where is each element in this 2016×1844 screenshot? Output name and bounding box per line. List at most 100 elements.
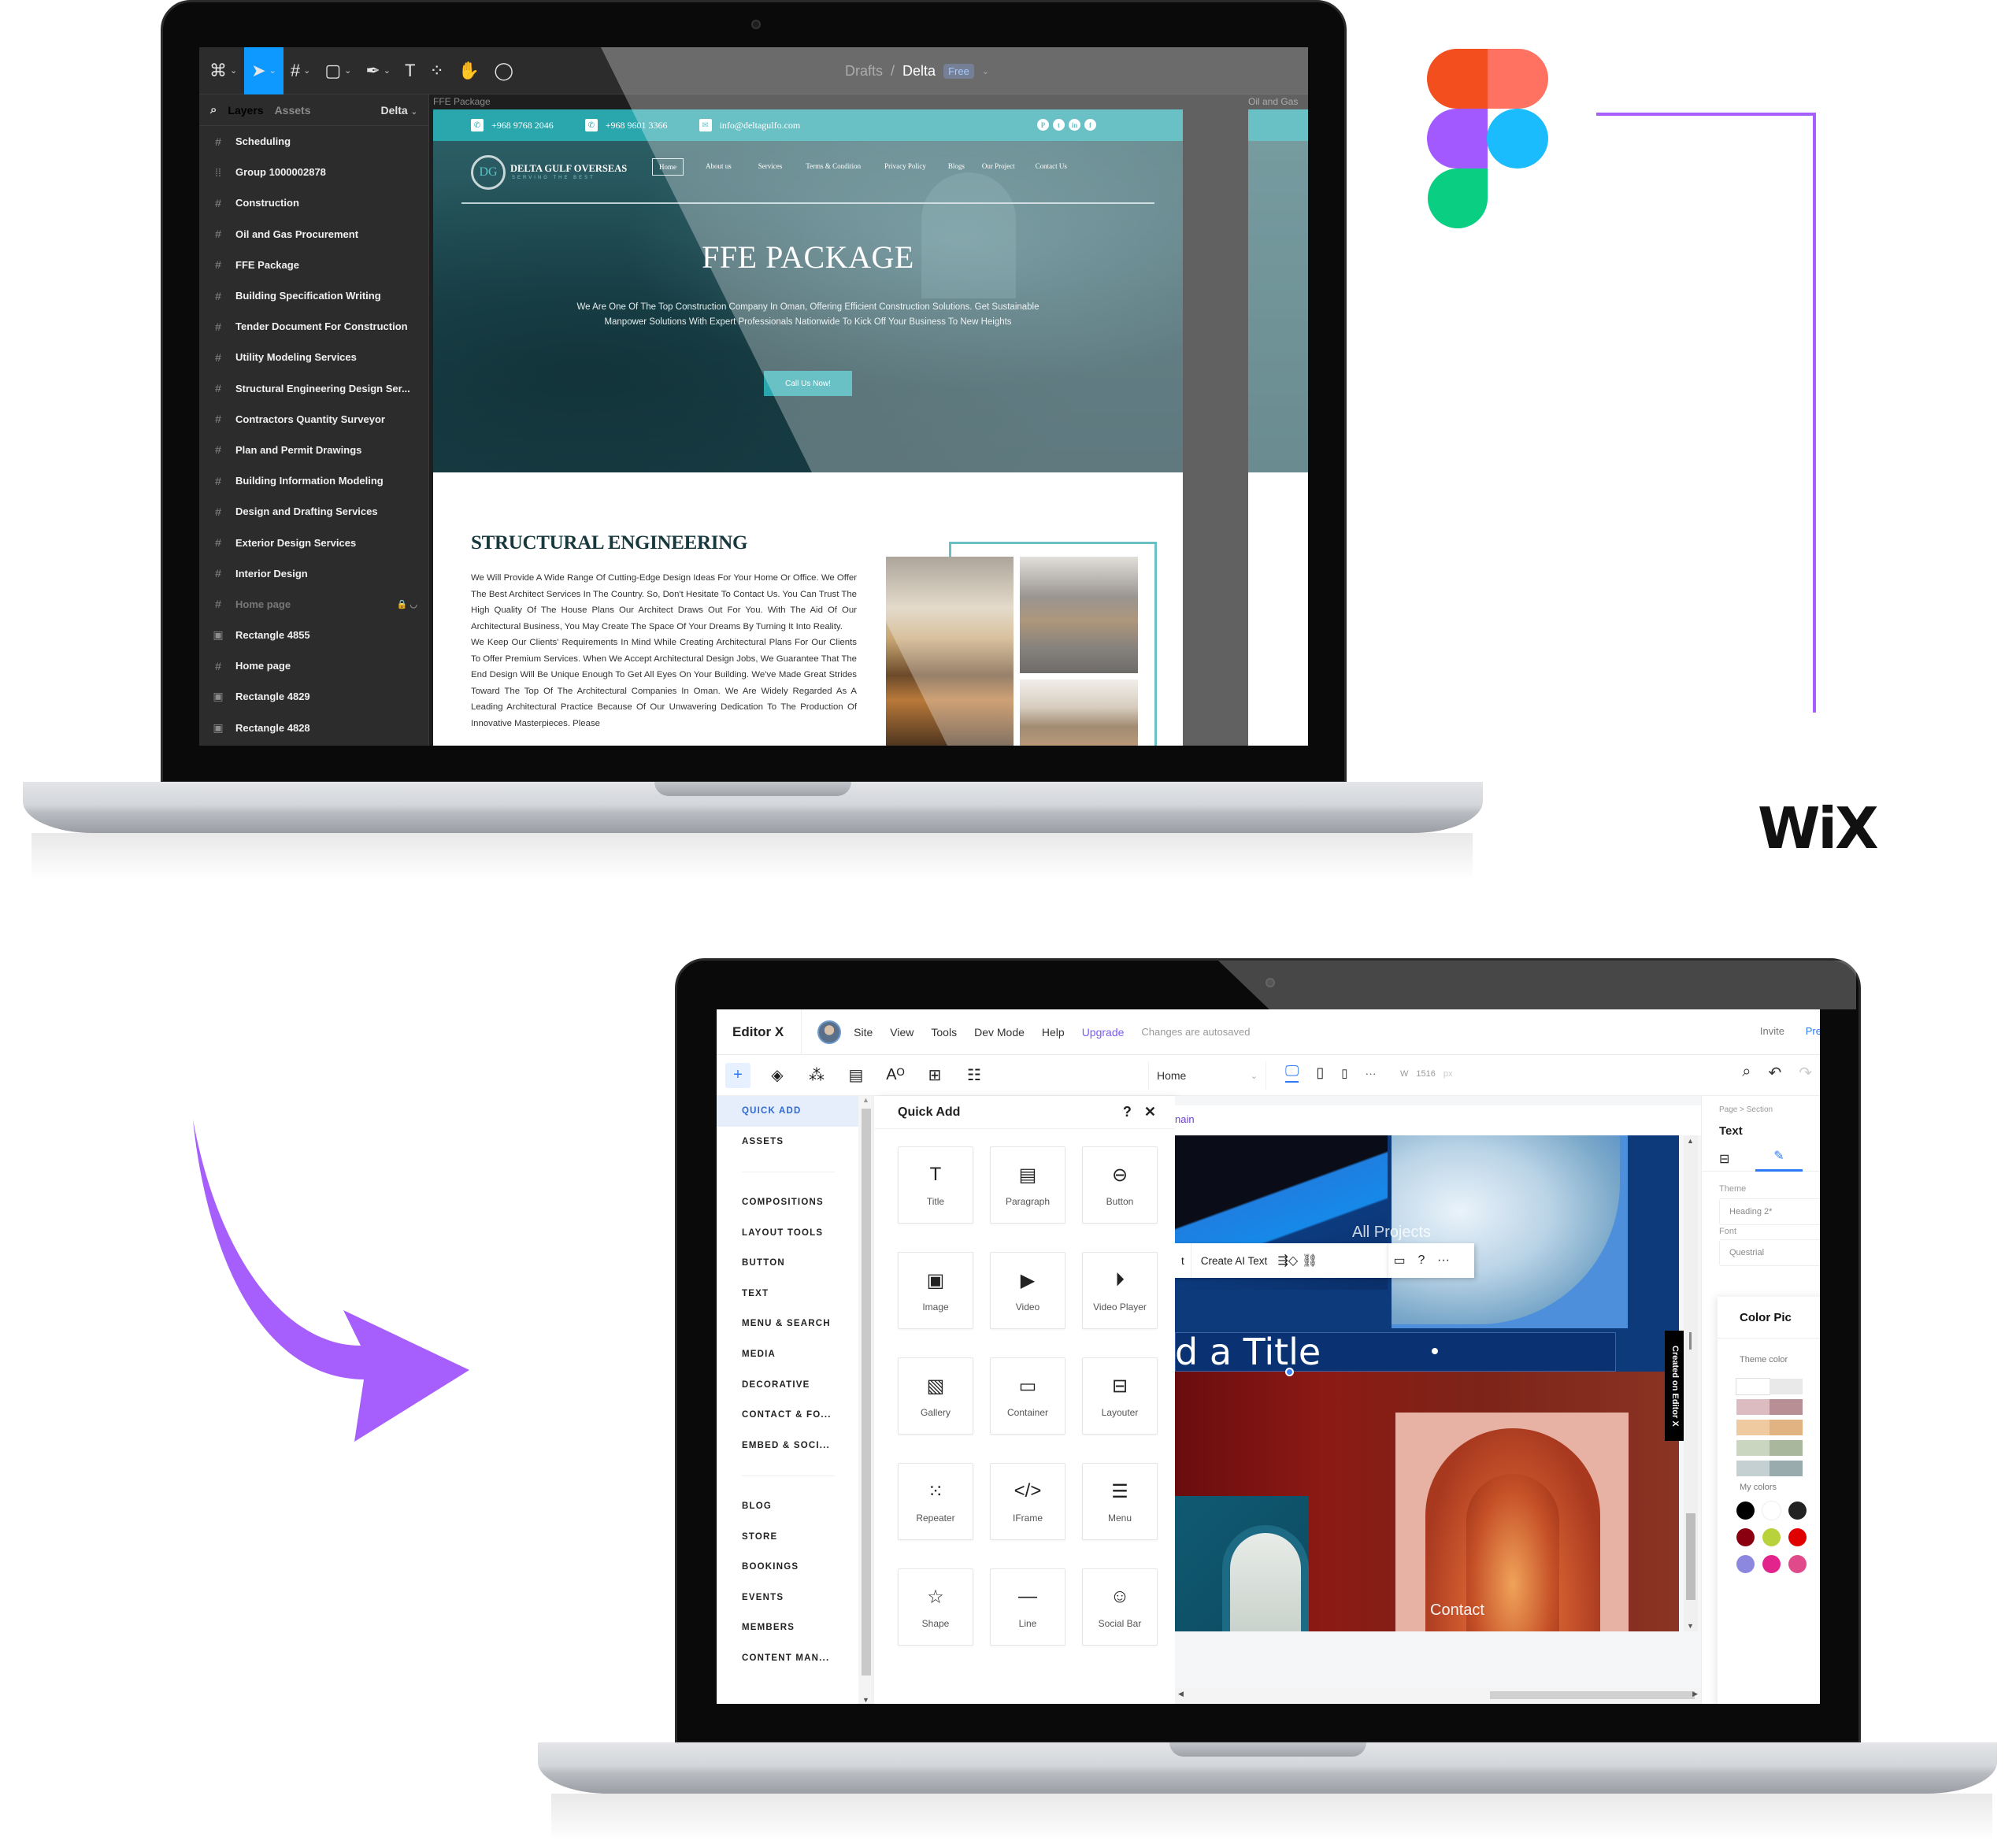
scroll-up-icon[interactable]: ▲ (1687, 1137, 1694, 1145)
canvas-width-field[interactable]: W 1516 px (1400, 1069, 1453, 1079)
quick-add-gallery[interactable]: ▧ Gallery (898, 1357, 973, 1435)
layer-item[interactable]: # Home page (199, 650, 428, 681)
tab-layers[interactable]: Layers (228, 104, 263, 117)
redo-icon[interactable]: ↷ (1799, 1063, 1812, 1083)
add-category-item[interactable]: BUTTON (717, 1248, 858, 1279)
color-swatch[interactable] (1770, 1440, 1803, 1456)
animation-icon[interactable]: ⇶◇ (1277, 1253, 1299, 1268)
section-tag[interactable]: nain (1175, 1113, 1195, 1125)
quick-add-menu[interactable]: ☰ Menu (1082, 1463, 1158, 1540)
layer-item[interactable]: # Interior Design (199, 558, 428, 589)
add-category-item[interactable]: MEMBERS (717, 1613, 858, 1643)
quick-add-social-bar[interactable]: ☺ Social Bar (1082, 1568, 1158, 1646)
mobile-breakpoint-icon[interactable]: ▯ (1341, 1066, 1347, 1080)
lock-icon[interactable]: 🔒 ◡ (397, 599, 417, 609)
comment-icon[interactable]: ▭ (1388, 1253, 1410, 1268)
frame2-label[interactable]: Oil and Gas (1248, 96, 1298, 107)
quick-add-video[interactable]: ▶ Video (990, 1252, 1065, 1329)
color-dot[interactable] (1762, 1555, 1781, 1573)
layer-item[interactable]: # Oil and Gas Procurement (199, 219, 428, 250)
add-icon[interactable]: + (725, 1062, 750, 1088)
add-category-item[interactable]: CONTACT & FO... (717, 1400, 858, 1431)
layer-item[interactable]: # Home page 🔒 ◡ (199, 589, 428, 620)
figma-tool-button[interactable]: ◯ (487, 47, 521, 94)
menu-dev-mode[interactable]: Dev Mode (974, 1026, 1025, 1039)
add-category-item[interactable]: BLOG (717, 1491, 858, 1522)
color-dot[interactable] (1788, 1528, 1807, 1546)
created-on-editor-x-tag[interactable]: Created on Editor X (1665, 1331, 1685, 1441)
font-select[interactable]: Questrial (1719, 1239, 1820, 1266)
figma-tool-button[interactable]: ⁘ (422, 47, 450, 94)
more-breakpoints-icon[interactable]: ··· (1366, 1067, 1377, 1079)
website-frame[interactable]: ✆ +968 9768 2046 ✆ +968 9601 3366 ✉ info@de… (433, 109, 1183, 746)
layer-item[interactable]: # Building Information Modeling (199, 465, 428, 496)
layer-item[interactable]: # Design and Drafting Services (199, 496, 428, 527)
figma-canvas[interactable]: FFE Package Oil and Gas ✆ +968 9768 2046 … (429, 94, 1308, 746)
link-icon[interactable]: ⛓ (1299, 1253, 1321, 1268)
canvas-horizontal-scrollbar[interactable]: ◀ ▶ (1175, 1688, 1701, 1702)
add-category-item[interactable]: BOOKINGS (717, 1552, 858, 1583)
canvas-horizontal-thumb[interactable] (1490, 1691, 1695, 1699)
quick-add-line[interactable]: — Line (990, 1568, 1065, 1646)
menu-help[interactable]: Help (1042, 1026, 1065, 1039)
layer-item[interactable]: # Construction (199, 187, 428, 218)
layer-item[interactable]: ▣ Rectangle 4829 (199, 681, 428, 712)
pages-icon[interactable]: ▤ (843, 1063, 869, 1088)
color-dot[interactable] (1762, 1501, 1781, 1520)
search-icon[interactable]: ⌕ (210, 103, 217, 117)
quick-add-shape[interactable]: ☆ Shape (898, 1568, 973, 1646)
quick-add-repeater[interactable]: ⁙ Repeater (898, 1463, 973, 1540)
panel-resize-handle[interactable] (1689, 1332, 1692, 1350)
layer-item[interactable]: # Utility Modeling Services (199, 342, 428, 372)
scroll-up-icon[interactable]: ▲ (862, 1096, 869, 1104)
preview-button[interactable]: Pre (1806, 1025, 1820, 1037)
undo-icon[interactable]: ↶ (1768, 1063, 1781, 1083)
tablet-breakpoint-icon[interactable]: ▯ (1316, 1065, 1324, 1081)
layer-item[interactable]: ▣ Rectangle 4855 (199, 620, 428, 650)
color-swatch[interactable] (1736, 1399, 1770, 1415)
contact-label[interactable]: Contact (1430, 1601, 1484, 1620)
help-icon[interactable]: ? (1123, 1104, 1132, 1120)
inspector-breadcrumb[interactable]: Page > Section (1719, 1105, 1773, 1114)
scroll-left-icon[interactable]: ◀ (1178, 1690, 1184, 1698)
layers-icon[interactable]: ◈ (765, 1063, 790, 1088)
components-icon[interactable]: ⁂ (804, 1063, 829, 1088)
theme-select[interactable]: Heading 2* (1719, 1198, 1820, 1225)
categories-scrollbar-thumb[interactable] (862, 1109, 871, 1676)
theme-icon[interactable]: Aᴼ (883, 1063, 908, 1088)
color-dot[interactable] (1736, 1501, 1755, 1520)
color-swatch[interactable] (1736, 1440, 1770, 1456)
oil-and-gas-frame[interactable] (1248, 109, 1308, 746)
layer-item[interactable]: # FFE Package (199, 250, 428, 280)
close-icon[interactable]: ✕ (1144, 1104, 1156, 1120)
edit-text-button[interactable]: t (1175, 1255, 1191, 1267)
categories-scrollbar[interactable]: ▲ ▼ (858, 1096, 874, 1704)
desktop-breakpoint-icon[interactable]: 🖵 (1285, 1063, 1299, 1083)
canvas-vertical-thumb[interactable] (1686, 1513, 1695, 1600)
add-category-item[interactable]: ASSETS (717, 1127, 858, 1157)
color-dot[interactable] (1762, 1528, 1781, 1546)
frame-label[interactable]: FFE Package (433, 96, 491, 107)
layer-item[interactable]: ⁞⁞ Group 1000002878 (199, 157, 428, 187)
color-swatch[interactable] (1770, 1461, 1803, 1476)
layer-item[interactable]: ▣ Rectangle 4828 (199, 713, 428, 743)
more-icon[interactable]: ··· (1432, 1253, 1455, 1268)
apps-icon[interactable]: ⊞ (922, 1063, 947, 1088)
site-stage[interactable]: All Projects d a Title Contact t Create … (1175, 1135, 1679, 1631)
layer-item[interactable]: # Exterior Design Services (199, 527, 428, 557)
design-tab-icon[interactable]: ✎ (1755, 1142, 1803, 1172)
color-dot[interactable] (1788, 1555, 1807, 1573)
add-category-item[interactable]: COMPOSITIONS (717, 1187, 858, 1218)
avatar[interactable] (817, 1020, 842, 1044)
layer-item[interactable]: # Structural Engineering Design Ser... (199, 373, 428, 404)
add-category-item[interactable]: MEDIA (717, 1339, 858, 1370)
figma-tool-button[interactable]: T (398, 47, 422, 94)
quick-add-container[interactable]: ▭ Container (990, 1357, 1065, 1435)
figma-tool-button[interactable]: ➤ ⌄ (244, 47, 284, 94)
add-category-item[interactable]: LAYOUT TOOLS (717, 1217, 858, 1248)
color-swatch[interactable] (1770, 1399, 1803, 1415)
figma-tool-button[interactable]: ⌘ ⌄ (202, 47, 244, 94)
quick-add-layouter[interactable]: ⊟ Layouter (1082, 1357, 1158, 1435)
figma-tool-button[interactable]: # ⌄ (284, 47, 317, 94)
quick-add-button[interactable]: ⊖ Button (1082, 1146, 1158, 1224)
